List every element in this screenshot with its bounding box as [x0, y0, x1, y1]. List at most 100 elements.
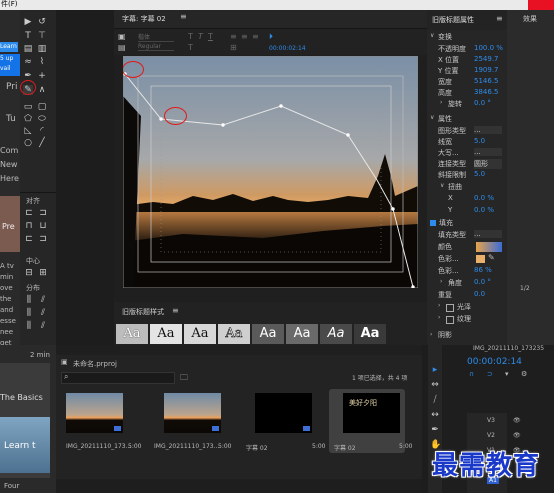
sequence-name[interactable]: IMG_20211110_173235	[473, 345, 544, 352]
arc-tool-icon[interactable]: ◜	[37, 126, 47, 136]
color-gradient-swatch[interactable]	[476, 242, 502, 252]
selection-tool-icon[interactable]: ▶	[23, 17, 33, 27]
bin-thumb-4[interactable]: 美好夕阳	[343, 393, 400, 433]
align-left-icon[interactable]: ⊏	[24, 208, 34, 218]
distribute-4-icon[interactable]: ⫽	[38, 308, 48, 318]
style-swatch-6[interactable]: Aa	[286, 324, 318, 344]
rotation-tool-icon[interactable]: ↺	[37, 17, 47, 27]
eyedropper-icon[interactable]: ✎	[488, 253, 495, 262]
underline-icon[interactable]: T	[208, 32, 213, 41]
show-video-icon[interactable]: ⏵	[269, 32, 273, 42]
rotation-value[interactable]: 0.0 °	[474, 99, 491, 107]
rotation-toggle-icon[interactable]: ›	[440, 99, 442, 106]
align-top-icon[interactable]: ⊓	[24, 221, 34, 231]
rounded-rect-tool-icon[interactable]: ▢	[37, 102, 47, 112]
style-swatch-7[interactable]: Aa	[320, 324, 352, 344]
tab-menu-icon[interactable]: ≡	[180, 12, 187, 21]
align-center-icon[interactable]: ⊐	[38, 208, 48, 218]
center-vertical-icon[interactable]: ⊞	[38, 268, 48, 278]
align-right-icon[interactable]: ⊏	[24, 234, 34, 244]
vertical-area-type-icon[interactable]: ▥	[37, 44, 47, 54]
add-anchor-icon[interactable]: +	[37, 71, 47, 81]
distort-toggle-icon[interactable]: ∨	[440, 182, 444, 189]
title-timecode[interactable]: 00:00:02:14	[269, 45, 306, 52]
slip-icon[interactable]: ↔	[430, 410, 440, 420]
font-style-select[interactable]: Regular	[138, 43, 174, 51]
style-swatch-4[interactable]: Aa	[218, 324, 250, 344]
path-type-tool-icon[interactable]: ≈	[23, 57, 33, 67]
distribute-5-icon[interactable]: ⫼	[24, 321, 34, 331]
rounded-corner-tool-icon[interactable]: ⬭	[37, 114, 47, 124]
bin-thumb-2[interactable]	[164, 393, 221, 433]
bin-thumb-3[interactable]	[255, 393, 312, 433]
roll-crawl-icon[interactable]: ▤	[118, 43, 126, 52]
width-value[interactable]: 5146.5	[474, 77, 499, 85]
style-swatch-3[interactable]: Aa	[184, 324, 216, 344]
distribute-6-icon[interactable]: ⫽	[38, 321, 48, 331]
bin-thumb-1[interactable]	[66, 393, 123, 433]
distort-x-value[interactable]: 0.0 %	[474, 194, 494, 202]
cap-type-select[interactable]: ...	[474, 148, 502, 156]
center-horizontal-icon[interactable]: ⊟	[24, 268, 34, 278]
opacity-value[interactable]: 100.0 %	[474, 44, 503, 52]
clipped-corner-tool-icon[interactable]: ⬠	[23, 114, 33, 124]
linked-select-icon[interactable]: ⊃	[487, 370, 493, 378]
italic-icon[interactable]: T	[198, 32, 203, 41]
tab-stops-icon[interactable]: ⊞	[230, 43, 237, 52]
snap-icon[interactable]: ∩	[469, 370, 474, 378]
align-middle-icon[interactable]: ⊔	[38, 221, 48, 231]
razor-icon[interactable]: ⧸	[430, 395, 440, 405]
line-width-value[interactable]: 5.0	[474, 137, 485, 145]
wrench-icon[interactable]: ⚙	[521, 370, 527, 378]
track-select-icon[interactable]: ▸	[430, 365, 440, 375]
style-swatch-2[interactable]: Aa	[150, 324, 182, 344]
eye-icon-v3[interactable]: 👁	[513, 417, 521, 424]
track-label-v2[interactable]: V2	[487, 432, 495, 439]
pen-icon[interactable]: ✒	[430, 425, 440, 435]
wedge-tool-icon[interactable]: ◺	[23, 126, 33, 136]
transform-toggle-icon[interactable]: ∨	[430, 32, 434, 39]
color-stop-swatch[interactable]	[476, 255, 485, 263]
eye-icon-v2[interactable]: 👁	[513, 432, 521, 439]
texture-checkbox[interactable]	[446, 316, 454, 324]
style-swatch-1[interactable]: Aa	[116, 324, 148, 344]
properties-menu-icon[interactable]: ≡	[496, 14, 503, 23]
graphic-type-select[interactable]: ...	[474, 126, 502, 134]
distribute-2-icon[interactable]: ⫽	[38, 295, 48, 305]
font-family-select[interactable]: 楷体	[138, 32, 174, 42]
sheen-checkbox[interactable]	[446, 304, 454, 312]
style-swatch-5[interactable]: Aa	[252, 324, 284, 344]
y-position-value[interactable]: 1909.7	[474, 66, 499, 74]
align-center-text-icon[interactable]: ≡	[241, 32, 248, 41]
sheen-toggle-icon[interactable]: ›	[438, 302, 440, 309]
align-left-text-icon[interactable]: ≡	[230, 32, 237, 41]
vertical-path-type-icon[interactable]: ⌇	[37, 57, 47, 67]
shadow-toggle-icon[interactable]: ›	[430, 331, 432, 338]
angle-value[interactable]: 0.0 °	[474, 278, 491, 286]
repeat-value[interactable]: 0.0	[474, 290, 485, 298]
color-opacity-value[interactable]: 86 %	[474, 266, 492, 274]
bold-icon[interactable]: T	[188, 32, 193, 41]
timeline-timecode[interactable]: 00:00:02:14	[467, 357, 522, 367]
line-tool-icon[interactable]: ╱	[37, 138, 47, 148]
styles-menu-icon[interactable]: ≡	[172, 306, 179, 315]
search-input[interactable]	[74, 373, 170, 383]
distribute-1-icon[interactable]: ⫼	[24, 295, 34, 305]
marker-icon[interactable]: ▾	[505, 370, 509, 378]
title-canvas[interactable]	[123, 56, 418, 288]
style-swatch-8[interactable]: Aa	[354, 324, 386, 344]
close-icon[interactable]	[528, 0, 554, 10]
effects-tab[interactable]: 效果	[523, 14, 537, 24]
title-editor-tab[interactable]: 字幕: 字幕 02	[122, 14, 166, 24]
height-value[interactable]: 3846.5	[474, 88, 499, 96]
distribute-3-icon[interactable]: ⫼	[24, 308, 34, 318]
search-box[interactable]: ⌕	[61, 372, 175, 384]
distort-y-value[interactable]: 0.0 %	[474, 206, 494, 214]
area-type-tool-icon[interactable]: ▤	[23, 44, 33, 54]
attributes-toggle-icon[interactable]: ∨	[430, 114, 434, 121]
x-position-value[interactable]: 2549.7	[474, 55, 499, 63]
type-tool-icon[interactable]: T	[23, 31, 33, 41]
new-bin-icon[interactable]: 🗀	[180, 372, 188, 386]
track-label-v3[interactable]: V3	[487, 417, 495, 424]
align-right-text-icon[interactable]: ≡	[252, 32, 259, 41]
